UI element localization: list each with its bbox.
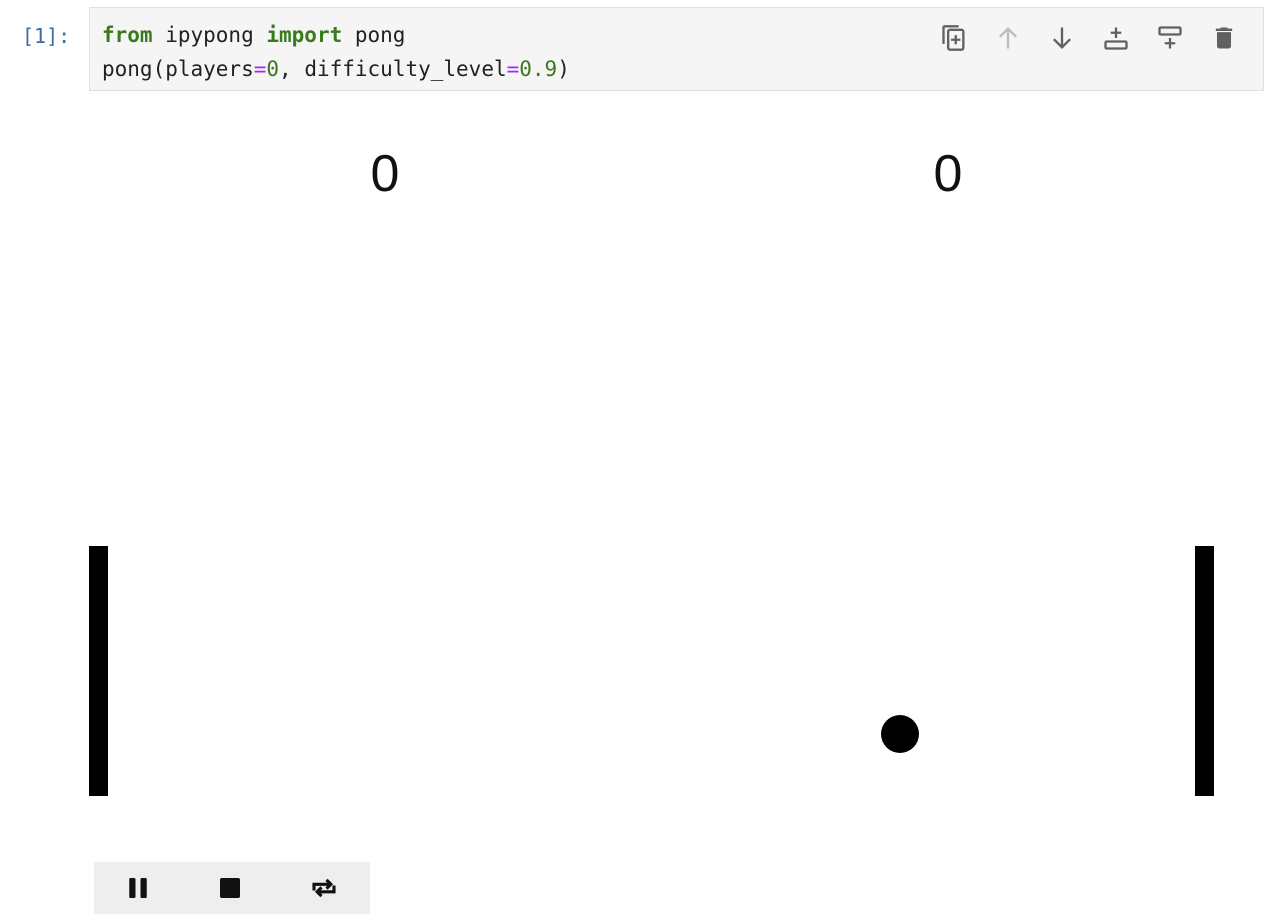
move-down-button[interactable] — [1037, 16, 1087, 60]
keyword-from: from — [102, 23, 153, 47]
right-paddle — [1195, 546, 1214, 796]
code-editor[interactable]: from ipypong import pong pong(players=0,… — [102, 18, 570, 86]
code-module: ipypong — [152, 23, 267, 47]
notebook-page: [1]: from ipypong import pong pong(playe… — [0, 0, 1280, 924]
pong-game-canvas[interactable]: 0 0 — [89, 92, 1215, 862]
insert-above-button[interactable] — [1091, 16, 1141, 60]
move-up-icon — [999, 27, 1017, 49]
duplicate-cell-button[interactable] — [929, 16, 979, 60]
stop-button[interactable] — [186, 862, 274, 914]
stop-icon — [220, 878, 240, 898]
code-call-open: pong(players — [102, 57, 254, 81]
duplicate-icon — [942, 25, 965, 51]
pause-button[interactable] — [94, 862, 182, 914]
ball — [881, 715, 919, 753]
code-cell[interactable]: from ipypong import pong pong(players=0,… — [89, 7, 1264, 91]
delete-cell-button[interactable] — [1199, 16, 1249, 60]
code-operator: = — [506, 57, 520, 81]
code-name: pong — [342, 23, 406, 47]
code-call-close: ) — [557, 57, 570, 81]
repeat-icon — [312, 878, 336, 898]
move-down-icon — [1053, 27, 1071, 49]
insert-below-button[interactable] — [1145, 16, 1195, 60]
cell-prompt: [1]: — [22, 24, 71, 48]
keyword-import: import — [266, 23, 343, 47]
left-score: 0 — [370, 145, 400, 203]
cell-toolbar — [929, 16, 1249, 60]
insert-below-icon — [1158, 26, 1182, 49]
delete-icon — [1215, 27, 1233, 49]
code-operator: = — [253, 57, 267, 81]
insert-above-icon — [1104, 27, 1128, 50]
left-paddle — [89, 546, 108, 796]
repeat-button[interactable] — [278, 862, 370, 914]
code-number: 0.9 — [519, 57, 558, 81]
move-up-button[interactable] — [983, 16, 1033, 60]
code-args: , difficulty_level — [279, 57, 507, 81]
right-score: 0 — [933, 145, 963, 203]
playback-controls — [94, 862, 370, 914]
pause-icon — [129, 878, 147, 898]
code-number: 0 — [266, 57, 280, 81]
